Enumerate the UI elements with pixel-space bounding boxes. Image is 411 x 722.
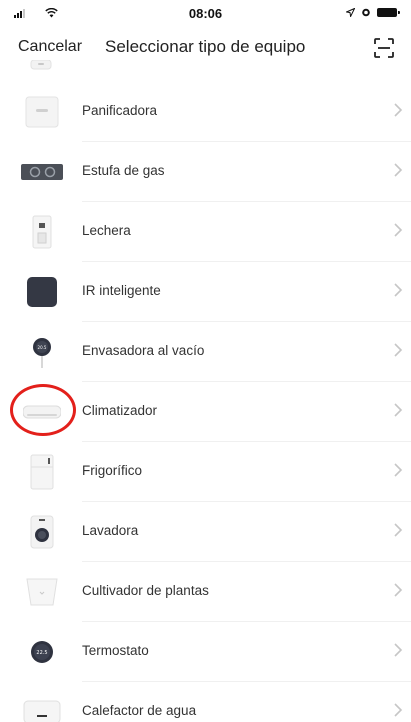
device-row-label: Envasadora al vacío: [82, 343, 205, 358]
vacuum-sealer-icon: 20.5: [20, 334, 64, 370]
chevron-right-icon: [393, 402, 403, 418]
device-row[interactable]: Calefactor de agua: [0, 682, 411, 722]
device-row[interactable]: Panificadora: [0, 82, 411, 142]
device-row[interactable]: Frigorífico: [0, 442, 411, 502]
device-row[interactable]: Climatizador: [0, 382, 411, 442]
device-row-label: Estufa de gas: [82, 163, 165, 178]
device-row-label: Lavadora: [82, 523, 139, 538]
device-row[interactable]: Estufa de gas: [0, 142, 411, 202]
svg-text:22.5: 22.5: [36, 650, 47, 656]
water-heater-icon: [20, 694, 64, 722]
device-row[interactable]: Lechera: [0, 202, 411, 262]
device-row-label: Lechera: [82, 223, 131, 238]
chevron-right-icon: [393, 642, 403, 658]
device-row-label: Termostato: [82, 643, 149, 658]
device-row[interactable]: Lavadora: [0, 502, 411, 562]
gas-stove-icon: [20, 154, 64, 190]
battery-icon: [377, 7, 400, 17]
device-row-label: IR inteligente: [82, 283, 161, 298]
chevron-right-icon: [393, 342, 403, 358]
thermostat-icon: 22.5: [20, 634, 64, 670]
device-row-label: Calefactor de agua: [82, 703, 197, 718]
chevron-right-icon: [393, 162, 403, 178]
partial-device-icon: [30, 60, 52, 70]
device-row[interactable]: 20.5 Envasadora al vacío: [0, 322, 411, 382]
device-row-label: Climatizador: [82, 403, 158, 418]
device-row[interactable]: 22.5 Termostato: [0, 622, 411, 682]
bread-maker-icon: [20, 94, 64, 130]
location-icon: [346, 7, 355, 17]
chevron-right-icon: [393, 702, 403, 718]
device-row-label: Panificadora: [82, 103, 158, 118]
chevron-right-icon: [393, 102, 403, 118]
chevron-right-icon: [393, 522, 403, 538]
fridge-icon: [20, 454, 64, 490]
washing-machine-icon: [20, 514, 64, 550]
chevron-right-icon: [393, 582, 403, 598]
page-title: Seleccionar tipo de equipo: [105, 37, 306, 56]
chevron-right-icon: [393, 282, 403, 298]
milk-maker-icon: [20, 214, 64, 250]
device-row[interactable]: Cultivador de plantas: [0, 562, 411, 622]
status-right: [346, 7, 400, 17]
alarm-icon: [362, 8, 370, 17]
device-list[interactable]: Panificadora Estufa de gas Lechera IR intel…: [0, 60, 411, 722]
chevron-right-icon: [393, 222, 403, 238]
ir-remote-icon: [20, 274, 64, 310]
device-row[interactable]: IR inteligente: [0, 262, 411, 322]
device-row-label: Cultivador de plantas: [82, 583, 209, 598]
plant-grower-icon: [20, 574, 64, 610]
cancel-button[interactable]: Cancelar: [18, 38, 82, 56]
svg-text:20.5: 20.5: [38, 345, 47, 350]
device-row-label: Frigorífico: [82, 463, 143, 478]
status-bar: 08:06: [0, 0, 411, 26]
air-conditioner-icon: [20, 394, 64, 430]
scan-icon[interactable]: [374, 38, 394, 58]
chevron-right-icon: [393, 462, 403, 478]
